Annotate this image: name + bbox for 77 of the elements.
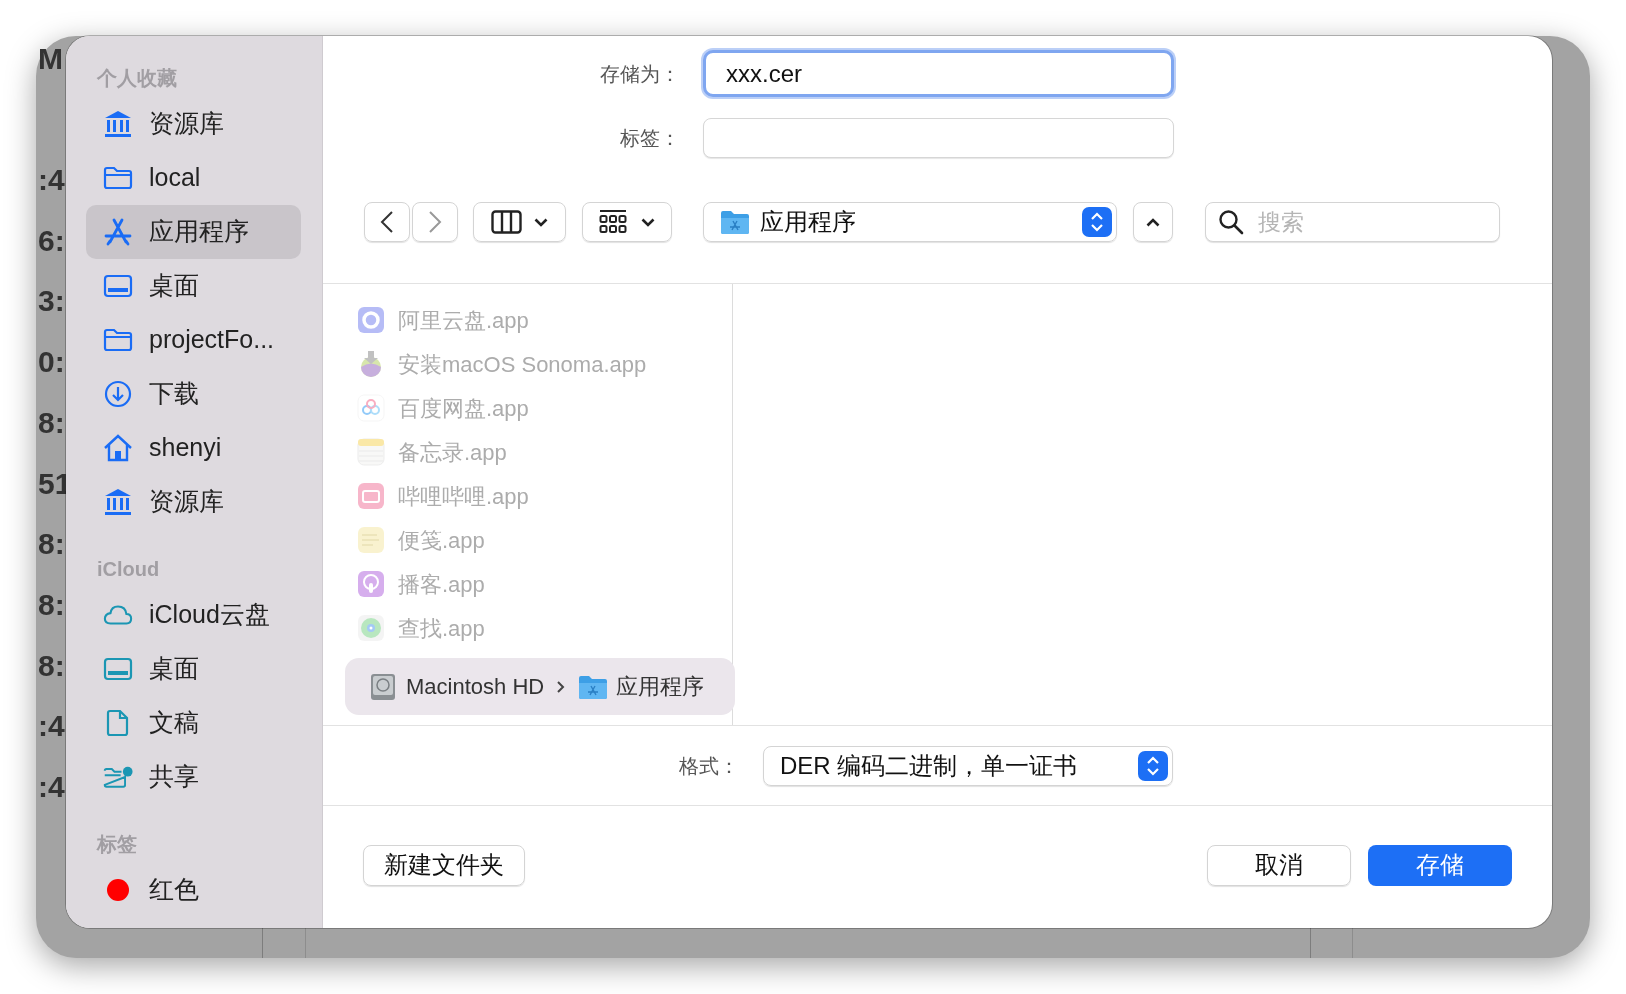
sidebar-item[interactable]: iCloud云盘	[86, 588, 301, 642]
house-icon	[103, 434, 133, 462]
background-text: :4	[38, 711, 65, 742]
sidebar-item[interactable]: 共享	[86, 750, 301, 804]
background-text: 3:	[38, 286, 65, 317]
search-icon	[1218, 209, 1244, 235]
app-icon	[357, 438, 385, 466]
cancel-button[interactable]: 取消	[1207, 844, 1351, 886]
grid-icon	[599, 209, 627, 235]
sidebar-item[interactable]: 红色	[86, 863, 301, 917]
background-text: 8:	[38, 650, 65, 681]
background-text: 6:	[38, 225, 65, 256]
format-popup[interactable]: DER 编码二进制，单一证书	[763, 745, 1173, 786]
tags-label: 标签：	[619, 126, 680, 151]
chevron-down-icon	[534, 217, 548, 227]
save-as-field[interactable]: xxx.cer	[703, 50, 1174, 97]
new-folder-button[interactable]: 新建文件夹	[363, 844, 525, 886]
section-heading: 标签	[95, 832, 138, 857]
app-icon	[357, 306, 385, 334]
location-popup[interactable]: 应用程序	[703, 202, 1117, 242]
search-field[interactable]: 搜索	[1205, 202, 1500, 242]
stepper-icon	[1138, 750, 1168, 781]
background-text: M	[38, 44, 63, 74]
download-icon	[104, 380, 132, 408]
chevron-left-icon	[380, 210, 394, 234]
app-icon	[357, 526, 385, 554]
background-text: 8:	[38, 407, 65, 438]
sidebar-item[interactable]: 应用程序	[86, 205, 301, 259]
desktop-icon	[103, 274, 133, 298]
background-text: 8:	[38, 529, 65, 560]
bank-icon	[104, 110, 132, 138]
app-folder-icon	[720, 209, 750, 235]
app-icon	[357, 482, 385, 510]
sidebar-item[interactable]: 桌面	[86, 259, 301, 313]
hard-drive-icon	[370, 672, 396, 701]
background-text: :4	[38, 165, 65, 195]
app-folder-icon	[578, 673, 609, 700]
columns-icon	[491, 210, 522, 234]
desktop-icon	[103, 657, 133, 681]
background-text: 51	[38, 468, 72, 499]
format-label: 格式：	[678, 753, 739, 779]
view-mode-button[interactable]	[473, 202, 566, 242]
chevron-up-icon	[1146, 217, 1160, 227]
section-heading: 个人收藏	[96, 66, 178, 91]
sidebar-item[interactable]: local	[86, 151, 301, 205]
parent-folder-button[interactable]	[1133, 202, 1173, 242]
app-icon	[357, 394, 385, 422]
background-text: 0:	[38, 347, 65, 378]
save-as-label: 存储为：	[599, 61, 680, 87]
sidebar-item[interactable]: 桌面	[86, 642, 301, 696]
back-button[interactable]	[364, 202, 410, 242]
path-segment[interactable]: Macintosh HD	[406, 670, 545, 703]
background-text: :4	[38, 772, 65, 802]
path-segment[interactable]: 应用程序	[616, 670, 705, 703]
save-button[interactable]: 存储	[1368, 844, 1512, 886]
sidebar-item[interactable]: projectFo...	[86, 313, 301, 367]
chevron-right-icon	[428, 210, 442, 234]
folder-icon	[103, 166, 133, 190]
chevron-down-icon	[641, 217, 655, 227]
stepper-icon	[1082, 207, 1112, 237]
sidebar-item[interactable]: 下载	[86, 367, 301, 421]
sidebar-item[interactable]: 资源库	[86, 97, 301, 151]
bank-icon	[104, 488, 132, 516]
app-icon	[357, 614, 385, 642]
cloud-icon	[103, 604, 133, 626]
section-heading: iCloud	[96, 557, 161, 582]
sidebar-item[interactable]: shenyi	[86, 421, 301, 475]
background-text: 8:	[38, 589, 65, 620]
group-button[interactable]	[582, 202, 672, 242]
folder-icon	[103, 328, 133, 352]
sidebar-item[interactable]: 文稿	[86, 696, 301, 750]
tags-field[interactable]	[703, 118, 1174, 158]
document-icon	[106, 709, 130, 737]
app-icon	[357, 570, 385, 598]
chevron-right-icon	[556, 679, 567, 694]
app-store-icon	[104, 218, 132, 246]
sidebar-item[interactable]: 资源库	[86, 475, 301, 529]
